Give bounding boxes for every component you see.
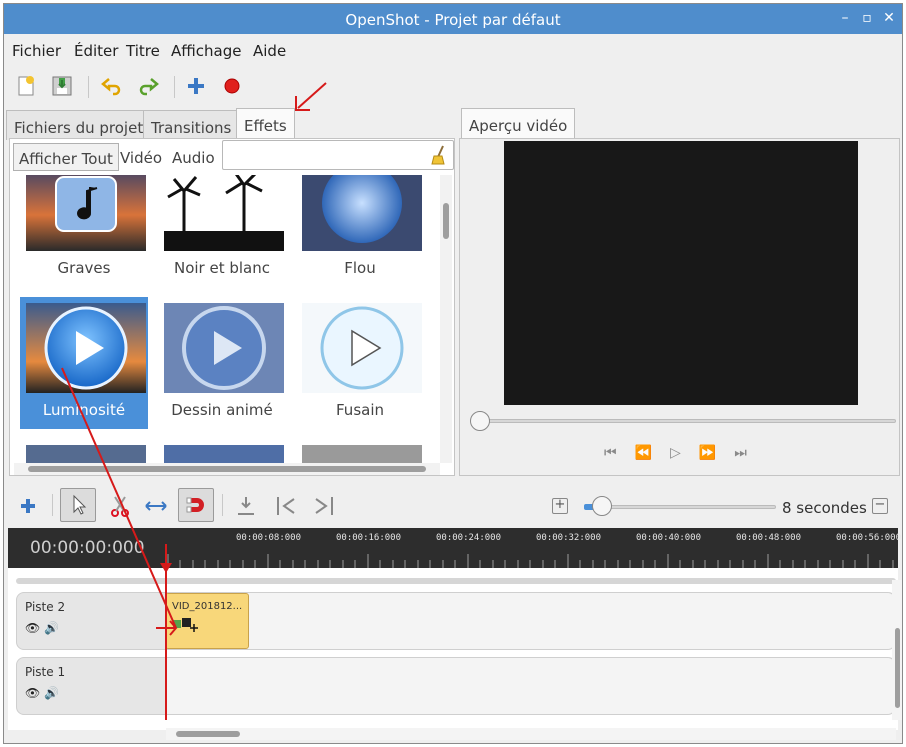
openshot-window: OpenShot - Projet par défaut – ▫ ✕ Fichi… bbox=[3, 3, 903, 744]
annotation-drag-arrow-icon bbox=[61, 367, 178, 636]
